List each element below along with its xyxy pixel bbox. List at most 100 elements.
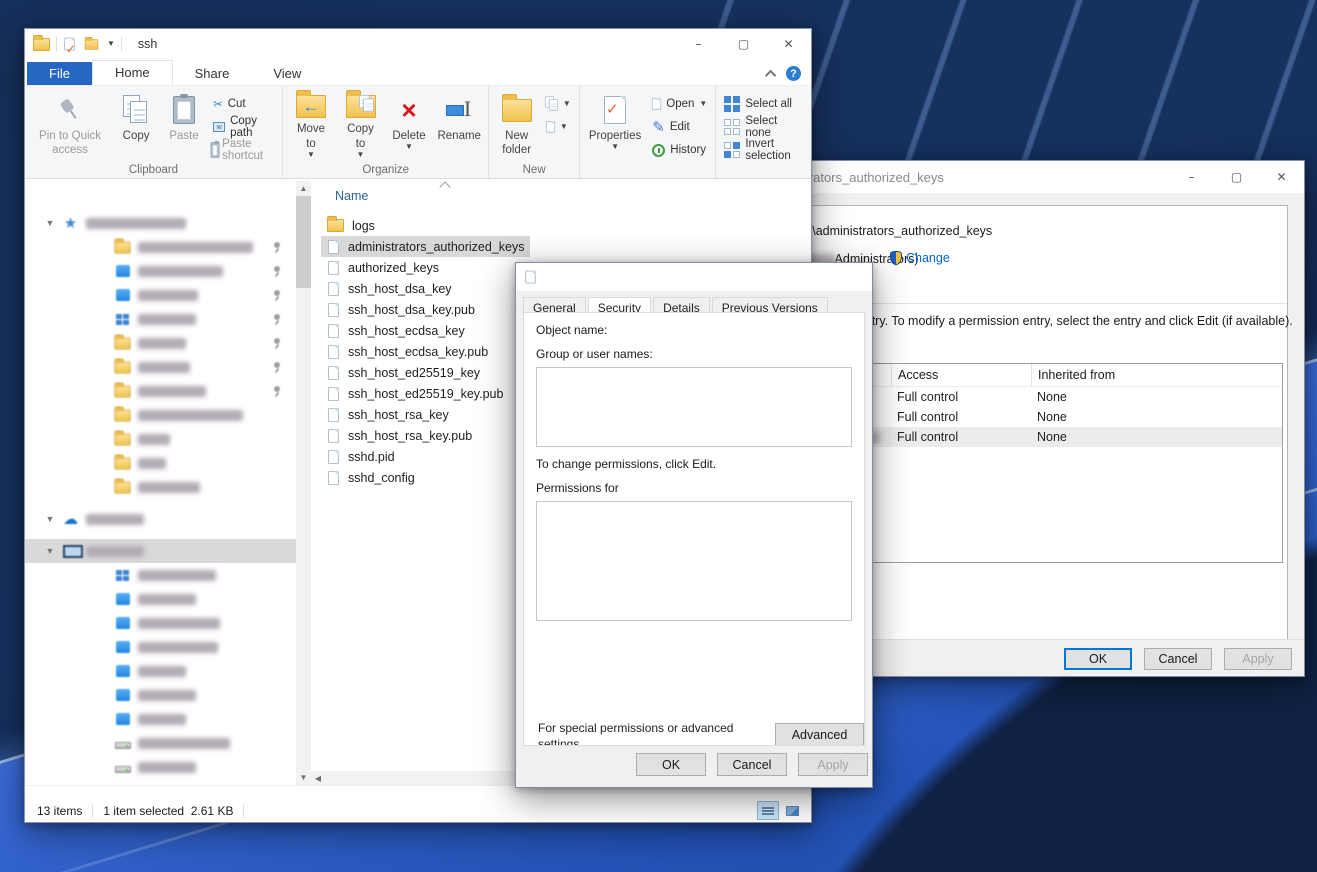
sidebar-item-13[interactable]: ▼ <box>25 539 296 563</box>
collapse-ribbon-icon[interactable] <box>765 69 776 80</box>
file-row-ssh_host_dsa_key[interactable]: ssh_host_dsa_key <box>321 278 458 299</box>
expander-chevron-icon[interactable]: ▼ <box>45 218 55 228</box>
easy-access-button[interactable]: ▼ <box>542 94 575 114</box>
redacted-label <box>138 690 196 701</box>
rename-button[interactable]: Rename <box>434 90 484 162</box>
properties-button[interactable]: ✓ Properties ▼ <box>584 90 646 162</box>
invert-selection-button[interactable]: Invert selection <box>720 140 807 160</box>
sidebar-item-3[interactable] <box>25 283 296 307</box>
file-row-ssh_host_ed25519_key[interactable]: ssh_host_ed25519_key <box>321 362 486 383</box>
sidebar-item-1[interactable] <box>25 235 296 259</box>
copy-to-button[interactable]: Copy to ▼ <box>337 90 384 162</box>
file-icon <box>328 429 339 443</box>
maximize-button[interactable]: ▢ <box>1214 161 1259 193</box>
delete-button[interactable]: × Delete ▼ <box>386 90 432 162</box>
tab-file[interactable]: File <box>27 62 92 85</box>
history-button[interactable]: History <box>648 140 711 160</box>
file-row-ssh_host_dsa_key.pub[interactable]: ssh_host_dsa_key.pub <box>321 299 481 320</box>
close-button[interactable]: ✕ <box>766 29 811 59</box>
sidebar-item-18[interactable] <box>25 659 296 683</box>
change-owner[interactable]: Change <box>890 251 950 265</box>
tab-view[interactable]: View <box>251 62 323 85</box>
sidebar-item-9[interactable] <box>25 427 296 451</box>
copy-button[interactable]: Copy <box>113 90 159 162</box>
new-item-button[interactable]: ▼ <box>542 117 575 137</box>
group-user-names-list[interactable] <box>536 367 852 447</box>
ok-button[interactable]: OK <box>1064 648 1132 670</box>
advanced-button[interactable]: Advanced <box>775 723 864 746</box>
file-row-logs[interactable]: logs <box>321 215 381 236</box>
open-button[interactable]: Open ▼ <box>648 94 711 114</box>
sidebar-item-14[interactable] <box>25 563 296 587</box>
copy-path-button[interactable]: w Copy path <box>209 117 278 137</box>
move-to-button[interactable]: ← Move to ▼ <box>287 90 335 162</box>
pin-to-quick-access-button[interactable]: Pin to Quick access <box>29 90 111 162</box>
sidebar-scrollbar[interactable]: ▲ ▼ <box>296 181 311 785</box>
file-row-ssh_host_ed25519_key.pub[interactable]: ssh_host_ed25519_key.pub <box>321 383 509 404</box>
scrollbar-thumb[interactable] <box>296 196 311 288</box>
file-row-authorized_keys[interactable]: authorized_keys <box>321 257 445 278</box>
qat-customize-caret-icon[interactable]: ▼ <box>107 40 115 48</box>
file-row-ssh_host_ecdsa_key[interactable]: ssh_host_ecdsa_key <box>321 320 471 341</box>
sidebar-item-20[interactable] <box>25 707 296 731</box>
edit-button[interactable]: ✎ Edit <box>648 117 711 137</box>
sidebar-item-6[interactable] <box>25 355 296 379</box>
file-icon <box>328 450 339 464</box>
minimize-button[interactable]: – <box>676 29 721 59</box>
sidebar-item-16[interactable] <box>25 611 296 635</box>
file-row-sshd_config[interactable]: sshd_config <box>321 467 421 488</box>
tab-share[interactable]: Share <box>173 62 252 85</box>
help-icon[interactable]: ? <box>786 66 801 81</box>
sidebar-item-2[interactable] <box>25 259 296 283</box>
select-all-button[interactable]: Select all <box>720 94 807 114</box>
file-row-administrators_authorized_keys[interactable]: administrators_authorized_keys <box>321 236 530 257</box>
minimize-button[interactable]: – <box>1169 161 1214 193</box>
permissions-list[interactable] <box>536 501 852 621</box>
sidebar-item-10[interactable] <box>25 451 296 475</box>
sidebar-item-15[interactable] <box>25 587 296 611</box>
file-icon <box>328 387 339 401</box>
qat-new-folder-icon[interactable] <box>85 39 99 49</box>
apply-button[interactable]: Apply <box>1224 648 1292 670</box>
large-icons-view-button[interactable] <box>781 801 803 820</box>
expander-chevron-icon[interactable]: ▼ <box>45 514 55 524</box>
scroll-down-icon[interactable]: ▼ <box>296 770 311 785</box>
column-inherited-from[interactable]: Inherited from <box>1031 364 1282 386</box>
sidebar-item-22[interactable] <box>25 755 296 779</box>
new-folder-button[interactable]: New folder <box>493 90 539 162</box>
details-view-button[interactable] <box>757 801 779 820</box>
sidebar-item-11[interactable] <box>25 475 296 499</box>
apply-button[interactable]: Apply <box>798 753 868 776</box>
sidebar-item-0[interactable]: ▼★ <box>25 211 296 235</box>
paste-shortcut-button[interactable]: Paste shortcut <box>209 140 278 160</box>
sidebar-item-21[interactable] <box>25 731 296 755</box>
paste-button[interactable]: Paste <box>161 90 207 162</box>
expander-chevron-icon[interactable]: ▼ <box>45 546 55 556</box>
tab-home[interactable]: Home <box>92 60 173 85</box>
ok-button[interactable]: OK <box>636 753 706 776</box>
scroll-left-icon[interactable]: ◀ <box>311 774 325 783</box>
scroll-up-icon[interactable]: ▲ <box>296 181 311 196</box>
file-row-sshd.pid[interactable]: sshd.pid <box>321 446 401 467</box>
close-button[interactable]: ✕ <box>1259 161 1304 193</box>
sidebar-item-12[interactable]: ▼☁ <box>25 507 296 531</box>
sidebar-item-8[interactable] <box>25 403 296 427</box>
cancel-button[interactable]: Cancel <box>717 753 787 776</box>
qat-properties-icon[interactable]: ✓ <box>64 38 74 51</box>
column-header-name[interactable]: Name <box>335 189 368 203</box>
file-row-ssh_host_ecdsa_key.pub[interactable]: ssh_host_ecdsa_key.pub <box>321 341 494 362</box>
select-none-button[interactable]: Select none <box>720 117 807 137</box>
pc-icon <box>62 545 79 557</box>
file-row-ssh_host_rsa_key.pub[interactable]: ssh_host_rsa_key.pub <box>321 425 478 446</box>
sidebar-item-4[interactable] <box>25 307 296 331</box>
change-link[interactable]: Change <box>906 251 950 265</box>
sidebar-item-5[interactable] <box>25 331 296 355</box>
sidebar-item-19[interactable] <box>25 683 296 707</box>
column-access[interactable]: Access <box>891 364 1031 386</box>
maximize-button[interactable]: ▢ <box>721 29 766 59</box>
cancel-button[interactable]: Cancel <box>1144 648 1212 670</box>
sidebar-item-17[interactable] <box>25 635 296 659</box>
sidebar-item-7[interactable] <box>25 379 296 403</box>
cut-button[interactable]: ✂ Cut <box>209 94 278 114</box>
file-row-ssh_host_rsa_key[interactable]: ssh_host_rsa_key <box>321 404 455 425</box>
